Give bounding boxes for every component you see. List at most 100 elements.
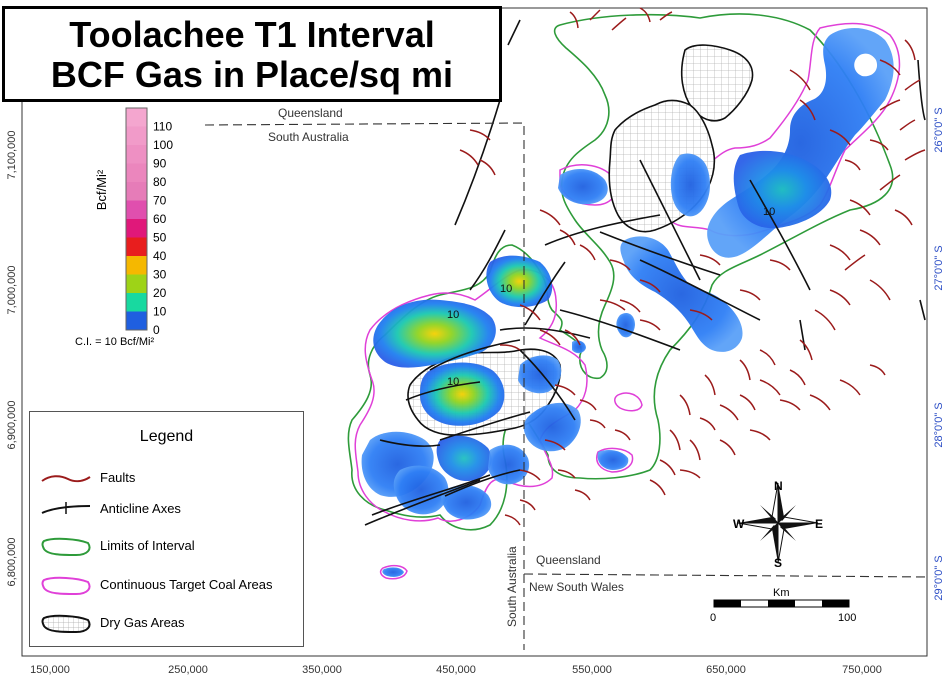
- fault-line: [704, 374, 716, 396]
- latitude-labels: 26°0'0" S 27°0'0" S 28°0'0" S 29°0'0" S: [933, 107, 945, 600]
- scalebar-unit: Km: [773, 587, 790, 599]
- colorbar-unit-label: Bcf/Mi²: [94, 169, 109, 210]
- x-tick-label: 650,000: [706, 664, 746, 676]
- colorbar-tick-label: 60: [153, 212, 167, 226]
- anticline-symbol-icon: [41, 502, 91, 514]
- map-title-line-1: Toolachee T1 Interval: [69, 14, 435, 55]
- state-label-queensland-top: Queensland: [278, 106, 343, 120]
- color-bar: 1101009080706050403020100: [125, 107, 173, 337]
- fault-line: [904, 149, 926, 161]
- y-tick-label: 7,100,000: [6, 131, 18, 180]
- dry-gas-area-icon: [41, 614, 91, 634]
- compass-n-label: N: [774, 479, 783, 493]
- contour-label: 10: [500, 283, 512, 295]
- compass-s-label: S: [774, 556, 782, 570]
- fault-line: [869, 364, 886, 376]
- colorbar-tick-label: 20: [153, 286, 167, 300]
- colorbar-tick-label: 30: [153, 268, 167, 282]
- legend-title: Legend: [139, 428, 194, 445]
- fault-line: [739, 289, 761, 301]
- state-label-queensland-bottom: Queensland: [536, 553, 601, 567]
- x-tick-label: 450,000: [436, 664, 476, 676]
- x-tick-label: 250,000: [168, 664, 208, 676]
- fault-line: [779, 399, 801, 411]
- legend-item-limits: Limits of Interval: [38, 535, 303, 557]
- fault-line: [649, 479, 666, 496]
- x-tick-label: 350,000: [302, 664, 342, 676]
- legend-item-anticline: Anticline Axes: [38, 498, 303, 520]
- fault-line: [639, 319, 661, 331]
- fault-line: [789, 69, 811, 91]
- colorbar-swatch: [126, 237, 147, 256]
- fault-line: [611, 17, 627, 31]
- x-axis-ticks: 150,000 250,000 350,000 450,000 550,000 …: [30, 664, 882, 676]
- x-tick-label: 550,000: [572, 664, 612, 676]
- fault-line: [859, 229, 881, 246]
- fault-line: [904, 39, 916, 61]
- compass-e-label: E: [815, 517, 823, 531]
- limits-area-icon: [41, 537, 91, 557]
- fault-line: [799, 339, 813, 361]
- fault-line: [899, 119, 916, 131]
- x-tick-label: 750,000: [842, 664, 882, 676]
- colorbar-swatch: [126, 219, 147, 238]
- legend-item-coal: Continuous Target Coal Areas: [38, 574, 303, 596]
- state-label-south-australia-top: South Australia: [268, 130, 349, 144]
- fault-line: [589, 419, 606, 429]
- fault-line: [844, 159, 861, 171]
- legend-label: Faults: [100, 470, 136, 485]
- fault-line: [569, 11, 579, 29]
- colorbar-tick-label: 0: [153, 323, 160, 337]
- fault-line: [579, 244, 596, 261]
- colorbar-tick-label: 40: [153, 249, 167, 263]
- compass-rose: [737, 482, 819, 564]
- colorbar-swatch: [126, 126, 147, 145]
- legend-label: Continuous Target Coal Areas: [100, 577, 273, 592]
- lat-tick-label: 28°0'0" S: [933, 402, 945, 447]
- colorbar-tick-label: 90: [153, 157, 167, 171]
- y-tick-label: 6,800,000: [6, 538, 18, 587]
- fault-line: [619, 299, 641, 313]
- fault-line: [499, 344, 521, 351]
- fault-line: [689, 439, 701, 461]
- fault-line: [679, 469, 701, 479]
- contour-label: 10: [447, 376, 459, 388]
- colorbar-swatch: [126, 145, 147, 164]
- state-label-south-australia-vertical: South Australia: [505, 546, 519, 627]
- compass-w-label: W: [733, 517, 745, 531]
- map-title-box: Toolachee T1 Interval BCF Gas in Place/s…: [2, 6, 502, 102]
- legend-label: Anticline Axes: [100, 501, 181, 516]
- legend-label: Dry Gas Areas: [100, 615, 185, 630]
- colorbar-tick-label: 110: [153, 120, 172, 134]
- fault-line: [659, 11, 673, 21]
- coal-area-icon: [41, 576, 91, 596]
- scalebar-max: 100: [838, 612, 856, 624]
- coal-area-small1: [614, 392, 643, 412]
- fault-line: [479, 159, 496, 176]
- fault-line: [719, 439, 736, 456]
- legend-item-dry-gas: Dry Gas Areas: [38, 612, 303, 634]
- fault-line: [519, 499, 536, 511]
- legend-panel: Legend Faults Anticline Axes Limits of I…: [29, 411, 304, 647]
- scale-bar: [713, 599, 850, 608]
- lat-tick-label: 29°0'0" S: [933, 555, 945, 600]
- fault-line: [669, 429, 681, 451]
- fault-line: [699, 254, 721, 266]
- fault-line: [459, 149, 479, 166]
- fault-line: [759, 379, 781, 396]
- state-label-nsw: New South Wales: [529, 580, 624, 594]
- fault-line: [699, 417, 716, 431]
- colorbar-swatch: [126, 108, 147, 127]
- fault-line: [829, 244, 851, 261]
- fault-line: [749, 429, 771, 441]
- y-tick-label: 6,900,000: [6, 401, 18, 450]
- fault-line: [814, 309, 836, 331]
- fault-line: [829, 289, 851, 306]
- fault-line: [869, 139, 889, 151]
- colorbar-swatch: [126, 200, 147, 219]
- colorbar-swatch: [126, 182, 147, 201]
- colorbar-swatch: [126, 163, 147, 182]
- colorbar-tick-label: 100: [153, 138, 173, 152]
- contour-interval-note: C.I. = 10 Bcf/Mi²: [75, 336, 154, 348]
- fault-line: [739, 359, 751, 381]
